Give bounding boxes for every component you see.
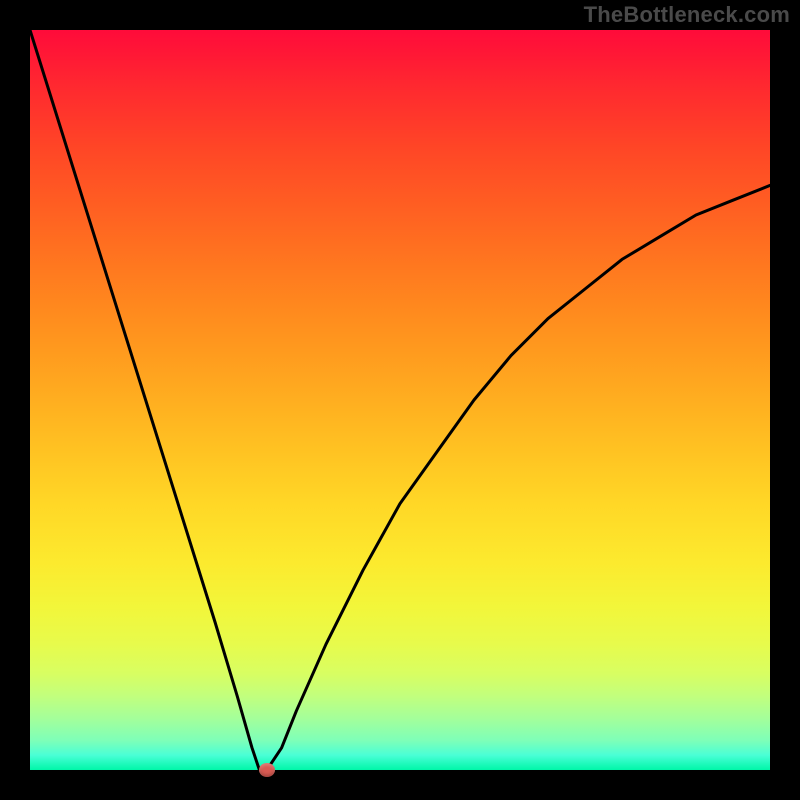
watermark-text: TheBottleneck.com <box>584 2 790 28</box>
chart-frame: TheBottleneck.com <box>0 0 800 800</box>
curve-svg <box>30 30 770 770</box>
plot-area <box>30 30 770 770</box>
bottleneck-curve <box>30 30 770 770</box>
minimum-marker <box>259 763 275 777</box>
